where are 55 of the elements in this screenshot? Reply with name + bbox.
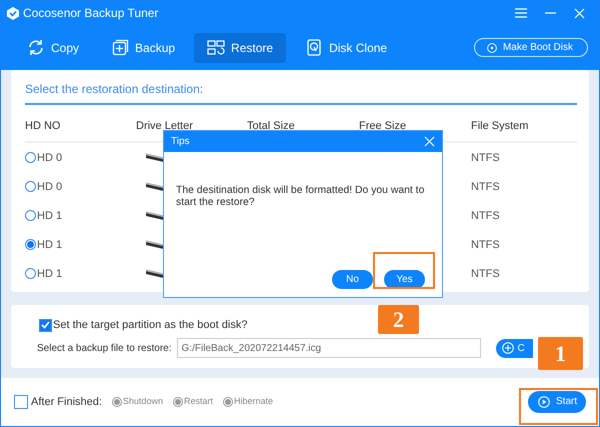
disc-icon bbox=[486, 42, 497, 53]
file-system-text: NTFS bbox=[471, 238, 500, 253]
menu-icon bbox=[515, 8, 527, 18]
radio-button[interactable] bbox=[25, 210, 36, 222]
add-icon bbox=[502, 342, 514, 354]
disk-label: HD 1 bbox=[37, 238, 62, 253]
step-callout: 2 bbox=[378, 305, 419, 334]
checkbox[interactable] bbox=[14, 394, 28, 409]
nav-tab[interactable]: Backup bbox=[98, 32, 188, 63]
column-header: HD NO bbox=[25, 120, 60, 132]
play-icon bbox=[538, 396, 550, 408]
option-label: Restart bbox=[184, 395, 213, 408]
option-label: Hibernate bbox=[234, 395, 273, 408]
file-system-text: NTFS bbox=[471, 150, 500, 166]
radio-button[interactable] bbox=[25, 268, 36, 280]
field-label: Select a backup file to restore: bbox=[37, 342, 172, 356]
nav-tab[interactable]: Restore bbox=[194, 32, 286, 63]
radio-button[interactable] bbox=[25, 152, 36, 164]
column-header: Total Size bbox=[247, 120, 295, 132]
disk-label: HD 0 bbox=[37, 150, 62, 166]
file-system-text: NTFS bbox=[471, 208, 500, 224]
disk-label: HD 1 bbox=[37, 208, 62, 224]
step-callout: 1 bbox=[538, 337, 583, 370]
start-button[interactable]: Start bbox=[528, 390, 586, 413]
browse-button[interactable]: C bbox=[496, 338, 533, 358]
radio-button[interactable] bbox=[25, 239, 36, 250]
nav-tab[interactable]: Copy bbox=[14, 32, 92, 63]
file-system-text: NTFS bbox=[471, 266, 500, 282]
disk-label: HD 1 bbox=[37, 266, 62, 282]
check-icon bbox=[41, 321, 50, 330]
dialog-title: Tips bbox=[171, 135, 190, 149]
file-path-field[interactable]: G:/FileBack_202072214457.icg bbox=[176, 338, 481, 358]
add-document-icon bbox=[111, 39, 130, 56]
dialog-message: The desitination disk will be formatted! Do you want to start the restore? bbox=[175, 184, 426, 210]
checkbox-label: Set the target partition as the boot disk? bbox=[53, 318, 248, 333]
column-header: Drive Letter bbox=[136, 120, 193, 132]
column-header: Free Size bbox=[359, 120, 406, 132]
sync-icon bbox=[27, 39, 45, 56]
restore-icon bbox=[207, 39, 226, 56]
close-icon bbox=[574, 8, 585, 19]
close-icon[interactable] bbox=[424, 136, 435, 147]
no-button[interactable]: No bbox=[332, 270, 373, 289]
window-title: Cocosenor Backup Tuner bbox=[23, 5, 158, 22]
checkbox[interactable] bbox=[39, 318, 52, 332]
after-finished-label: After Finished: bbox=[31, 394, 102, 410]
column-header: File System bbox=[471, 120, 528, 132]
radio-button[interactable] bbox=[25, 181, 36, 192]
section-heading: Select the restoration destination: bbox=[25, 80, 577, 105]
logo-icon bbox=[7, 6, 19, 20]
nav-tab[interactable]: Disk Clone bbox=[292, 32, 400, 63]
option-label: Shutdown bbox=[122, 395, 163, 408]
disk-label: HD 0 bbox=[37, 180, 62, 195]
file-system-text: NTFS bbox=[471, 180, 500, 195]
make-boot-disk-button[interactable]: Make Boot Disk bbox=[474, 38, 588, 58]
highlight-frame bbox=[373, 252, 435, 289]
